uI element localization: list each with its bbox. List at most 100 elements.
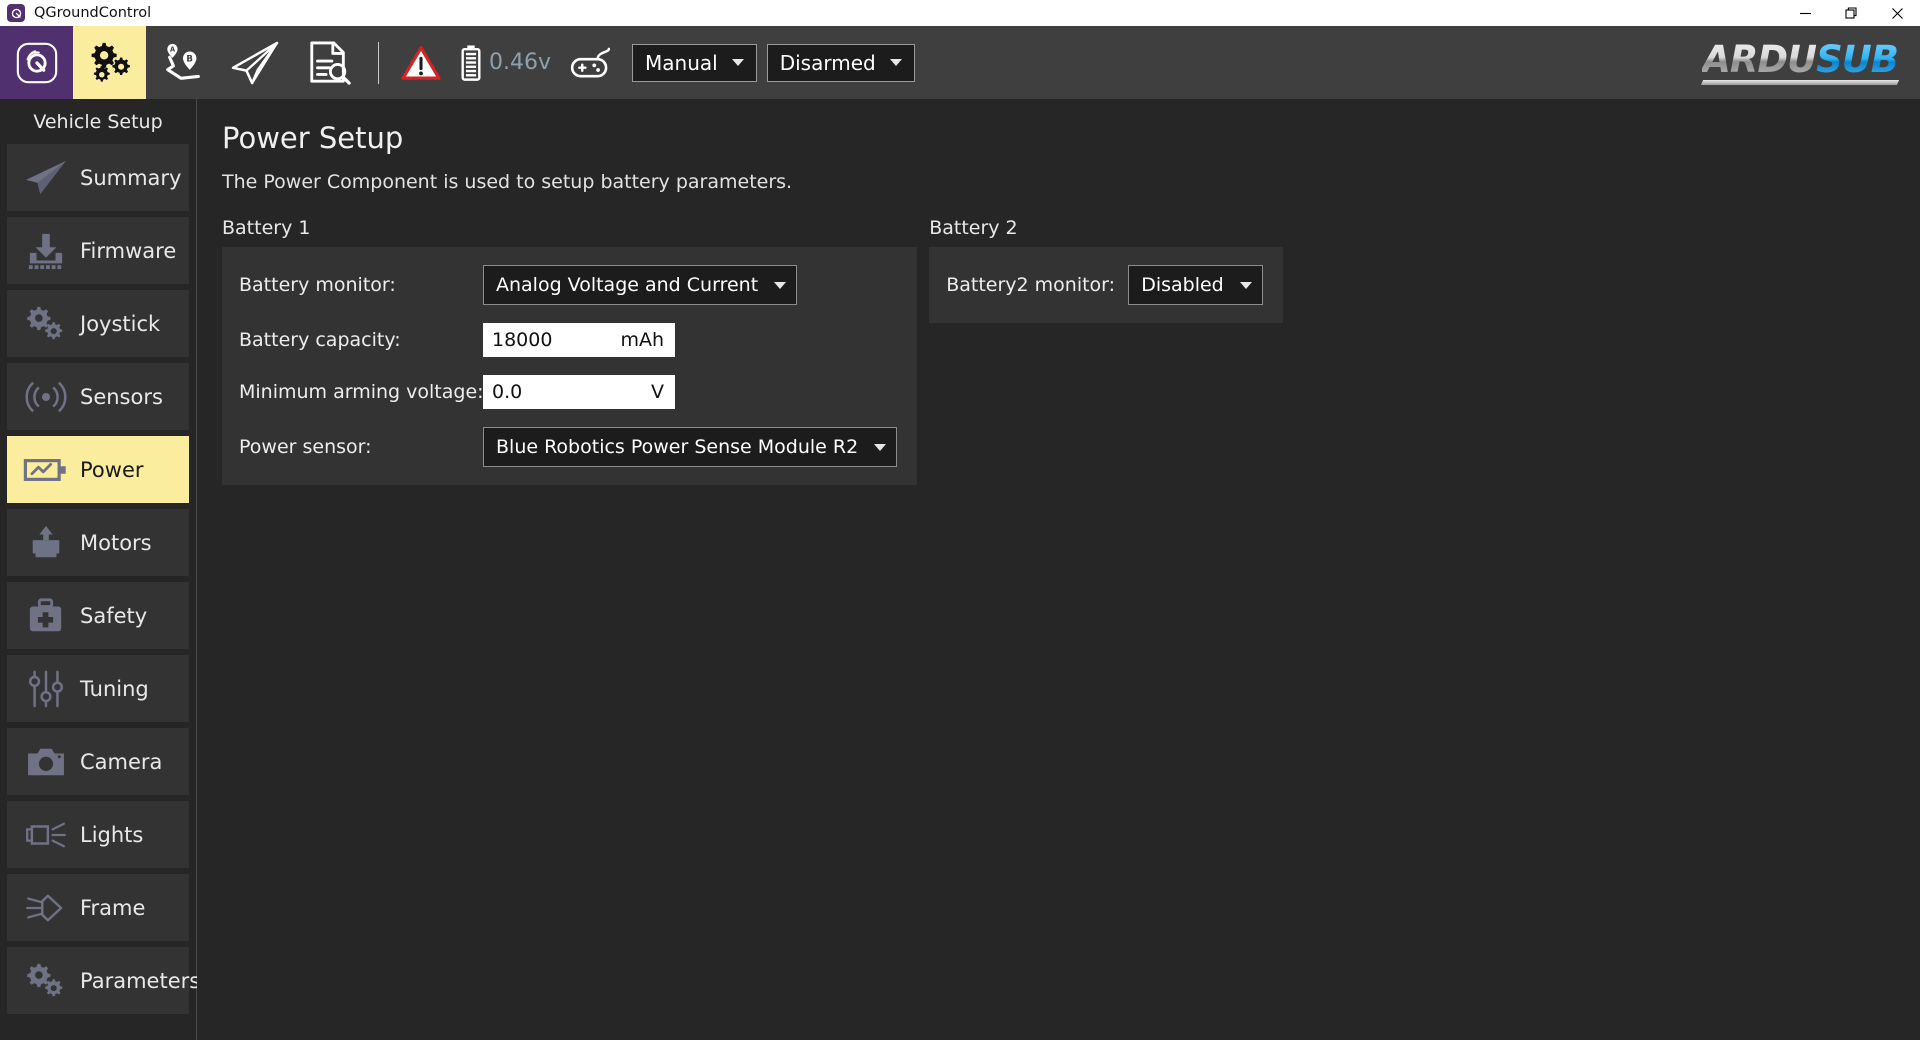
main-toolbar: A B [0, 26, 1920, 99]
window-controls [1782, 0, 1920, 26]
battery2-section: Battery 2 Battery2 monitor: Disabled [929, 217, 1283, 323]
battery-capacity-unit: mAh [620, 329, 664, 351]
sidebar-item-label: Tuning [80, 677, 149, 701]
power-sensor-label: Power sensor: [239, 436, 483, 458]
frame-icon [18, 884, 74, 932]
battery2-group: Battery2 monitor: Disabled [929, 247, 1283, 323]
power-sensor-select[interactable]: Blue Robotics Power Sense Module R2 [483, 427, 897, 467]
sidebar-item-parameters[interactable]: Parameters [7, 947, 189, 1014]
toolbar-divider [378, 42, 379, 84]
sidebar-item-firmware[interactable]: Firmware [7, 217, 189, 284]
paper-plane-icon [231, 41, 281, 85]
qgc-logo-button[interactable] [0, 26, 73, 99]
brand-primary-text: ARDU [1702, 38, 1816, 81]
download-icon [18, 227, 74, 275]
battery2-monitor-row: Battery2 monitor: Disabled [946, 265, 1263, 305]
arm-state-selector[interactable]: Disarmed [767, 44, 915, 82]
analyze-button[interactable] [292, 26, 365, 99]
warning-indicator[interactable] [392, 26, 450, 99]
signal-waves-icon [18, 373, 74, 421]
battery-monitor-row: Battery monitor: Analog Voltage and Curr… [239, 265, 897, 305]
qgc-logo-icon [14, 40, 60, 86]
sidebar-item-label: Power [80, 458, 144, 482]
paper-plane-icon [18, 154, 74, 202]
sidebar-item-camera[interactable]: Camera [7, 728, 189, 795]
power-sensor-value: Blue Robotics Power Sense Module R2 [496, 436, 858, 458]
chevron-down-icon [1240, 282, 1252, 289]
vehicle-setup-sidebar: Vehicle Setup Summary Firmware [0, 99, 197, 1040]
sidebar-item-label: Sensors [80, 385, 163, 409]
min-arming-voltage-row: Minimum arming voltage: 0.0 V [239, 375, 897, 409]
page-description: The Power Component is used to setup bat… [222, 171, 1920, 193]
sidebar-item-power[interactable]: Power [7, 436, 189, 503]
sidebar-item-lights[interactable]: Lights [7, 801, 189, 868]
sidebar-item-label: Motors [80, 531, 152, 555]
sidebar-item-label: Camera [80, 750, 162, 774]
battery1-heading: Battery 1 [222, 217, 917, 239]
battery1-group: Battery monitor: Analog Voltage and Curr… [222, 247, 917, 485]
warning-triangle-icon [401, 45, 441, 81]
min-arming-voltage-label: Minimum arming voltage: [239, 381, 483, 403]
sidebar-item-label: Joystick [80, 312, 160, 336]
sidebar-item-tuning[interactable]: Tuning [7, 655, 189, 722]
gears-icon [86, 41, 134, 85]
battery-monitor-value: Analog Voltage and Current [496, 274, 758, 296]
battery-voltage-text: 0.46v [489, 50, 551, 75]
joystick-indicator[interactable] [560, 26, 622, 99]
sidebar-item-label: Safety [80, 604, 147, 628]
sidebar-item-label: Parameters [80, 969, 200, 993]
motor-icon [18, 519, 74, 567]
sidebar-title: Vehicle Setup [0, 105, 196, 144]
battery-icon [18, 446, 74, 494]
page-title: Power Setup [222, 121, 1920, 155]
gears-icon [18, 957, 74, 1005]
battery-sections: Battery 1 Battery monitor: Analog Voltag… [222, 217, 1920, 485]
sidebar-item-sensors[interactable]: Sensors [7, 363, 189, 430]
sidebar-item-summary[interactable]: Summary [7, 144, 189, 211]
close-icon[interactable] [1874, 0, 1920, 26]
sidebar-item-label: Frame [80, 896, 145, 920]
battery2-monitor-select[interactable]: Disabled [1128, 265, 1263, 305]
fly-button[interactable] [219, 26, 292, 99]
sidebar-item-joystick[interactable]: Joystick [7, 290, 189, 357]
power-sensor-row: Power sensor: Blue Robotics Power Sense … [239, 427, 897, 467]
minimize-icon[interactable] [1782, 0, 1828, 26]
toolbar-status-group: 0.46v Manual Disarmed [392, 26, 915, 99]
power-setup-panel: Power Setup The Power Component is used … [197, 99, 1920, 1040]
sliders-icon [18, 665, 74, 713]
flight-mode-selector[interactable]: Manual [632, 44, 757, 82]
chevron-down-icon [774, 282, 786, 289]
restore-icon[interactable] [1828, 0, 1874, 26]
document-search-icon [307, 40, 351, 86]
battery-monitor-select[interactable]: Analog Voltage and Current [483, 265, 797, 305]
brand-underline [1701, 80, 1899, 85]
min-arming-voltage-input[interactable]: 0.0 V [483, 375, 675, 409]
sidebar-item-safety[interactable]: Safety [7, 582, 189, 649]
battery1-section: Battery 1 Battery monitor: Analog Voltag… [222, 217, 917, 485]
svg-text:B: B [186, 54, 193, 64]
vehicle-setup-button[interactable] [73, 26, 146, 99]
app-body: Vehicle Setup Summary Firmware [0, 99, 1920, 1040]
chevron-down-icon [874, 444, 886, 451]
min-arming-voltage-value: 0.0 [492, 381, 522, 403]
battery-capacity-input[interactable]: 18000 mAh [483, 323, 675, 357]
brand-secondary-text: SUB [1816, 38, 1898, 81]
flight-mode-label: Manual [645, 51, 718, 75]
gears-icon [18, 300, 74, 348]
gamepad-icon [569, 47, 613, 79]
battery2-heading: Battery 2 [929, 217, 1283, 239]
plan-route-icon: A B [160, 40, 206, 86]
sidebar-item-motors[interactable]: Motors [7, 509, 189, 576]
battery-capacity-row: Battery capacity: 18000 mAh [239, 323, 897, 357]
min-arming-voltage-unit: V [651, 381, 664, 403]
plan-button[interactable]: A B [146, 26, 219, 99]
ardusub-brand-logo: ARDUSUB [1702, 41, 1898, 85]
battery-icon [459, 44, 483, 82]
camera-icon [18, 738, 74, 786]
sidebar-item-label: Summary [80, 166, 181, 190]
battery-indicator[interactable]: 0.46v [450, 26, 560, 99]
qgc-logo-icon [7, 4, 25, 22]
chevron-down-icon [732, 59, 744, 66]
window-title: QGroundControl [34, 5, 151, 21]
sidebar-item-frame[interactable]: Frame [7, 874, 189, 941]
